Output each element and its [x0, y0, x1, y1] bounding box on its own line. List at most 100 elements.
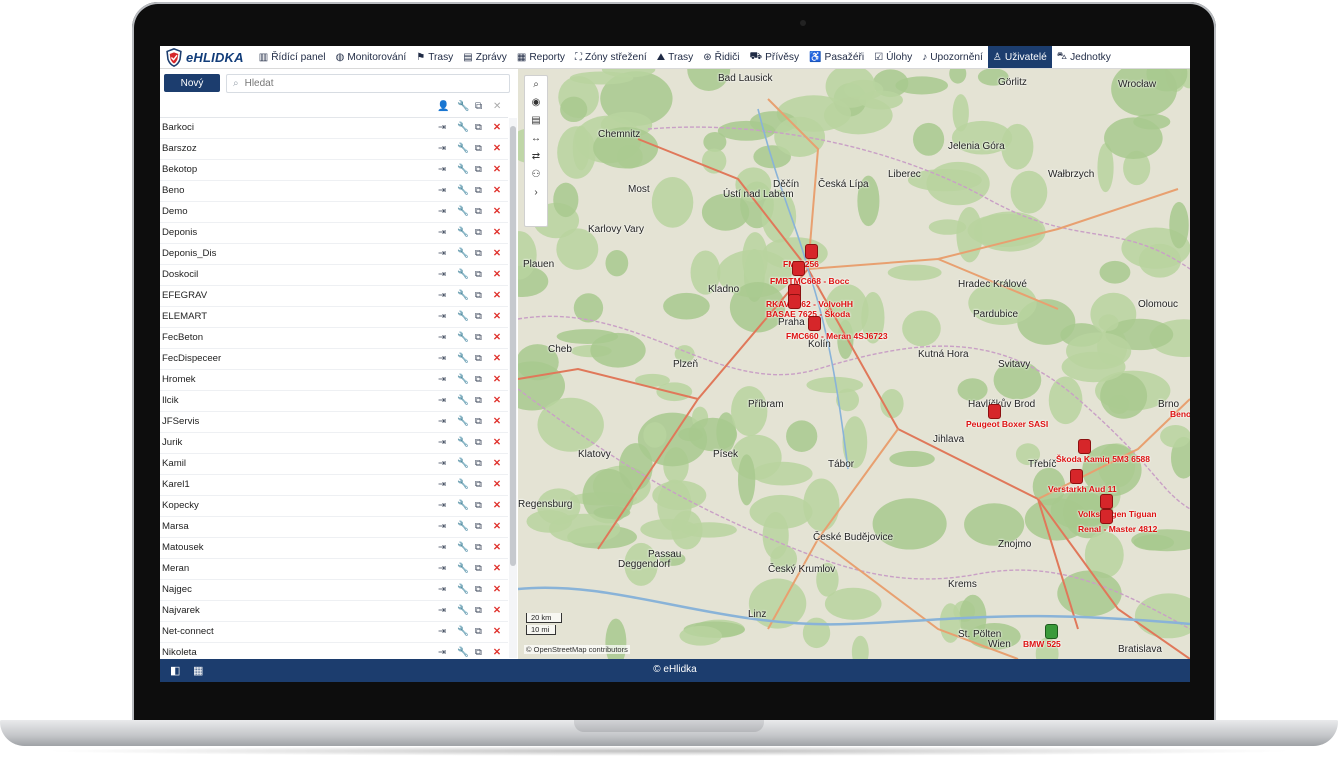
delete-icon[interactable]: ✕ [493, 353, 501, 364]
table-row[interactable]: Deponis ⇥ 🔧 ⧉ ✕ [160, 223, 508, 244]
vehicle-marker-icon[interactable] [1078, 439, 1091, 454]
login-icon[interactable]: ⇥ [438, 143, 446, 154]
delete-icon[interactable]: ✕ [493, 374, 501, 385]
table-row[interactable]: Marsa ⇥ 🔧 ⧉ ✕ [160, 517, 508, 538]
login-icon[interactable]: ⇥ [438, 353, 446, 364]
table-row[interactable]: Doskocil ⇥ 🔧 ⧉ ✕ [160, 265, 508, 286]
nav-item-11[interactable]: ♪ Upozornění [917, 46, 988, 68]
wrench-icon[interactable]: 🔧 [457, 416, 469, 427]
wrench-icon[interactable]: 🔧 [457, 248, 469, 259]
nav-item-2[interactable]: ⚑ Trasy [411, 46, 458, 68]
table-row[interactable]: Kopecky ⇥ 🔧 ⧉ ✕ [160, 496, 508, 517]
delete-icon[interactable]: ✕ [493, 122, 501, 133]
login-icon[interactable]: ⇥ [438, 542, 446, 553]
table-row[interactable]: Matousek ⇥ 🔧 ⧉ ✕ [160, 538, 508, 559]
delete-icon[interactable]: ✕ [493, 437, 501, 448]
delete-icon[interactable]: ✕ [493, 143, 501, 154]
delete-icon[interactable]: ✕ [493, 605, 501, 616]
delete-icon[interactable]: ✕ [493, 332, 501, 343]
table-row[interactable]: Deponis_Dis ⇥ 🔧 ⧉ ✕ [160, 244, 508, 265]
vehicle-marker-icon[interactable] [1100, 509, 1113, 524]
wrench-icon[interactable]: 🔧 [457, 353, 469, 364]
nav-item-3[interactable]: ▤ Zprávy [458, 46, 512, 68]
map-layers-icon[interactable]: ▤ [525, 112, 547, 130]
table-row[interactable]: Najvarek ⇥ 🔧 ⧉ ✕ [160, 601, 508, 622]
table-row[interactable]: Najgec ⇥ 🔧 ⧉ ✕ [160, 580, 508, 601]
copy-icon[interactable]: ⧉ [475, 164, 482, 175]
search-input[interactable] [242, 77, 487, 90]
delete-icon[interactable]: ✕ [493, 458, 501, 469]
vehicle-marker-icon[interactable] [1070, 469, 1083, 484]
vehicle-marker-icon[interactable] [808, 316, 821, 331]
table-row[interactable]: Beno ⇥ 🔧 ⧉ ✕ [160, 181, 508, 202]
copy-icon[interactable]: ⧉ [475, 269, 482, 280]
nav-item-9[interactable]: ♿ Pasažéři [804, 46, 869, 68]
delete-icon[interactable]: ✕ [493, 500, 501, 511]
table-row[interactable]: Barszoz ⇥ 🔧 ⧉ ✕ [160, 139, 508, 160]
login-icon[interactable]: ⇥ [438, 185, 446, 196]
login-icon[interactable]: ⇥ [438, 584, 446, 595]
nav-item-0[interactable]: ▥ Řídící panel [254, 46, 331, 68]
login-icon[interactable]: ⇥ [438, 206, 446, 217]
copy-icon[interactable]: ⧉ [475, 416, 482, 427]
vehicle-label[interactable]: Beno [1170, 409, 1190, 419]
copy-icon[interactable]: ⧉ [475, 185, 482, 196]
wrench-icon[interactable]: 🔧 [457, 563, 469, 574]
delete-icon[interactable]: ✕ [493, 626, 501, 637]
vehicle-marker-icon[interactable] [1045, 624, 1058, 639]
copy-icon[interactable]: ⧉ [475, 542, 482, 553]
login-icon[interactable]: ⇥ [438, 479, 446, 490]
wrench-icon[interactable]: 🔧 [457, 647, 469, 658]
vehicle-label[interactable]: FMBTMC668 - Bocc [770, 276, 849, 286]
table-row[interactable]: Hromek ⇥ 🔧 ⧉ ✕ [160, 370, 508, 391]
nav-item-12[interactable]: ♙ Uživatelé [987, 46, 1052, 68]
copy-icon[interactable]: ⧉ [475, 122, 482, 133]
copy-icon[interactable]: ⧉ [475, 248, 482, 259]
vehicle-marker-icon[interactable] [988, 404, 1001, 419]
vehicle-tool-icon[interactable]: ⚇ [525, 166, 547, 184]
scrollbar-thumb[interactable] [510, 126, 516, 566]
login-icon[interactable]: ⇥ [438, 416, 446, 427]
vehicle-marker-icon[interactable] [788, 294, 801, 309]
wrench-icon[interactable]: 🔧 [457, 605, 469, 616]
table-row[interactable]: FecDispeceer ⇥ 🔧 ⧉ ✕ [160, 349, 508, 370]
table-row[interactable]: EFEGRAV ⇥ 🔧 ⧉ ✕ [160, 286, 508, 307]
eye-icon[interactable]: ◉ [525, 94, 547, 112]
table-row[interactable]: Jurik ⇥ 🔧 ⧉ ✕ [160, 433, 508, 454]
login-icon[interactable]: ⇥ [438, 605, 446, 616]
vehicle-label[interactable]: Volkswagen Tiguan [1078, 509, 1157, 519]
login-icon[interactable]: ⇥ [438, 122, 446, 133]
wrench-icon[interactable]: 🔧 [457, 185, 469, 196]
copy-icon[interactable]: ⧉ [475, 395, 482, 406]
table-row[interactable]: JFServis ⇥ 🔧 ⧉ ✕ [160, 412, 508, 433]
table-row[interactable]: Kamil ⇥ 🔧 ⧉ ✕ [160, 454, 508, 475]
wrench-icon[interactable]: 🔧 [457, 458, 469, 469]
table-row[interactable]: ELEMART ⇥ 🔧 ⧉ ✕ [160, 307, 508, 328]
delete-icon[interactable]: ✕ [493, 647, 501, 658]
route-tool-icon[interactable]: ⇄ [525, 148, 547, 166]
table-row[interactable]: Net-connect ⇥ 🔧 ⧉ ✕ [160, 622, 508, 643]
login-icon[interactable]: ⇥ [438, 458, 446, 469]
copy-icon[interactable]: ⧉ [475, 584, 482, 595]
table-row[interactable]: FecBeton ⇥ 🔧 ⧉ ✕ [160, 328, 508, 349]
logo[interactable]: eHLIDKA [160, 46, 254, 68]
copy-icon[interactable]: ⧉ [475, 605, 482, 616]
wrench-icon[interactable]: 🔧 [457, 206, 469, 217]
delete-icon[interactable]: ✕ [493, 479, 501, 490]
nav-item-7[interactable]: ⊛ Řidiči [698, 46, 744, 68]
nav-item-13[interactable]: ⛍ Jednotky [1052, 46, 1116, 68]
vehicle-marker-icon[interactable] [792, 261, 805, 276]
copy-icon[interactable]: ⧉ [475, 206, 482, 217]
wrench-icon[interactable]: 🔧 [457, 122, 469, 133]
wrench-icon[interactable]: 🔧 [457, 626, 469, 637]
login-icon[interactable]: ⇥ [438, 332, 446, 343]
copy-icon[interactable]: ⧉ [475, 290, 482, 301]
wrench-icon[interactable]: 🔧 [457, 332, 469, 343]
delete-icon[interactable]: ✕ [493, 227, 501, 238]
map-attribution[interactable]: © OpenStreetMap contributors [524, 645, 630, 654]
login-icon[interactable]: ⇥ [438, 521, 446, 532]
wrench-icon[interactable]: 🔧 [457, 164, 469, 175]
vehicle-label[interactable]: Verstarkh Aud 11 [1048, 484, 1117, 494]
table-row[interactable]: Bekotop ⇥ 🔧 ⧉ ✕ [160, 160, 508, 181]
login-icon[interactable]: ⇥ [438, 395, 446, 406]
